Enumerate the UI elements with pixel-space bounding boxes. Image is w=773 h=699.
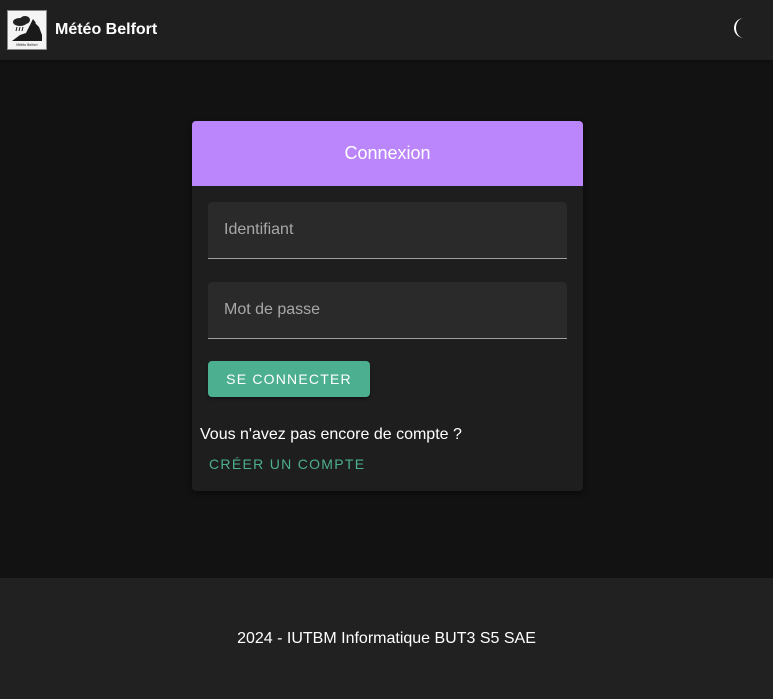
password-input[interactable] [208,282,567,338]
svg-text:Météo Belfort: Météo Belfort [16,43,38,47]
page-footer: 2024 - IUTBM Informatique BUT3 S5 SAE [0,578,773,699]
login-button[interactable]: SE CONNECTER [208,361,370,397]
app-header: Météo Belfort Météo Belfort [0,0,773,60]
logo-image: Météo Belfort [8,11,46,49]
footer-text: 2024 - IUTBM Informatique BUT3 S5 SAE [237,629,536,647]
password-field[interactable] [208,282,567,339]
username-input[interactable] [208,202,567,258]
theme-toggle-button[interactable] [729,16,751,40]
create-account-link[interactable]: CRÉER UN COMPTE [209,456,365,472]
login-title: Connexion [344,143,431,163]
app-logo[interactable]: Météo Belfort [7,10,47,50]
app-title: Météo Belfort [55,21,158,38]
username-field[interactable] [208,202,567,259]
login-card: Connexion SE CONNECTER Vous n'avez pas e… [192,121,583,491]
no-account-text: Vous n'avez pas encore de compte ? [200,426,462,443]
moon-icon [734,18,744,38]
login-card-header: Connexion [192,121,583,186]
